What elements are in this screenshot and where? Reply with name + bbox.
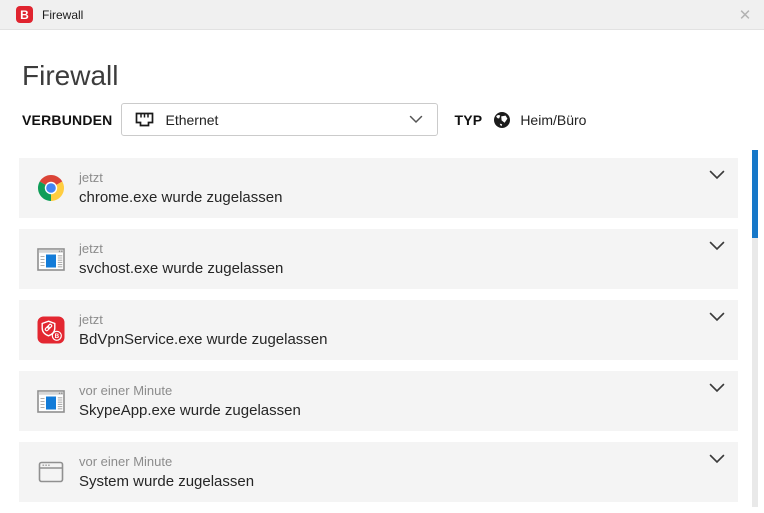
- bitdefender-vpn-icon: B: [37, 316, 65, 344]
- network-adapter-dropdown[interactable]: Ethernet: [121, 103, 439, 136]
- window-titlebar: B Firewall ✕: [0, 0, 764, 30]
- event-time: vor einer Minute: [79, 453, 173, 469]
- chevron-down-icon: [409, 115, 423, 124]
- chrome-icon: [37, 174, 65, 202]
- event-row[interactable]: jetzt chrome.exe wurde zugelassen: [19, 158, 738, 218]
- close-icon[interactable]: ✕: [730, 0, 760, 30]
- svg-text:B: B: [55, 333, 60, 340]
- event-row[interactable]: vor einer Minute SkypeApp.exe wurde zuge…: [19, 371, 738, 431]
- event-message: chrome.exe wurde zugelassen: [79, 188, 283, 206]
- event-time: vor einer Minute: [79, 382, 173, 398]
- chevron-down-icon[interactable]: [709, 454, 725, 464]
- ethernet-icon: [134, 110, 155, 129]
- event-time: jetzt: [79, 169, 103, 185]
- chevron-down-icon[interactable]: [709, 170, 725, 180]
- globe-icon: [493, 111, 511, 129]
- type-label: TYP: [454, 111, 483, 128]
- connection-bar: VERBUNDEN Ethernet TYP Heim/Büro: [22, 103, 586, 136]
- event-row[interactable]: vor einer Minute System wurde zugelassen: [19, 442, 738, 502]
- connected-label: VERBUNDEN: [22, 111, 113, 128]
- event-message: BdVpnService.exe wurde zugelassen: [79, 330, 328, 348]
- event-time: jetzt: [79, 311, 103, 327]
- scrollbar-track[interactable]: [752, 150, 758, 507]
- windows-exe-icon: [37, 387, 65, 415]
- windows-exe-icon: [37, 245, 65, 273]
- logo-letter: B: [20, 7, 29, 22]
- event-message: System wurde zugelassen: [79, 472, 255, 490]
- event-message: svchost.exe wurde zugelassen: [79, 259, 284, 277]
- event-message: SkypeApp.exe wurde zugelassen: [79, 401, 301, 419]
- scrollbar-thumb[interactable]: [752, 150, 758, 238]
- chevron-down-icon[interactable]: [709, 383, 725, 393]
- window-title: Firewall: [42, 7, 84, 22]
- chevron-down-icon[interactable]: [709, 312, 725, 322]
- network-type-value: Heim/Büro: [520, 111, 587, 128]
- bitdefender-logo-icon: B: [16, 6, 33, 23]
- network-adapter-value: Ethernet: [165, 111, 219, 128]
- event-time: jetzt: [79, 240, 103, 256]
- event-row[interactable]: B jetzt BdVpnService.exe wurde zugelasse…: [19, 300, 738, 360]
- page-title: Firewall: [22, 60, 119, 91]
- event-row[interactable]: jetzt svchost.exe wurde zugelassen: [19, 229, 738, 289]
- system-window-icon: [37, 458, 65, 486]
- firewall-event-list: jetzt chrome.exe wurde zugelassen jetzt …: [19, 158, 738, 513]
- chevron-down-icon[interactable]: [709, 241, 725, 251]
